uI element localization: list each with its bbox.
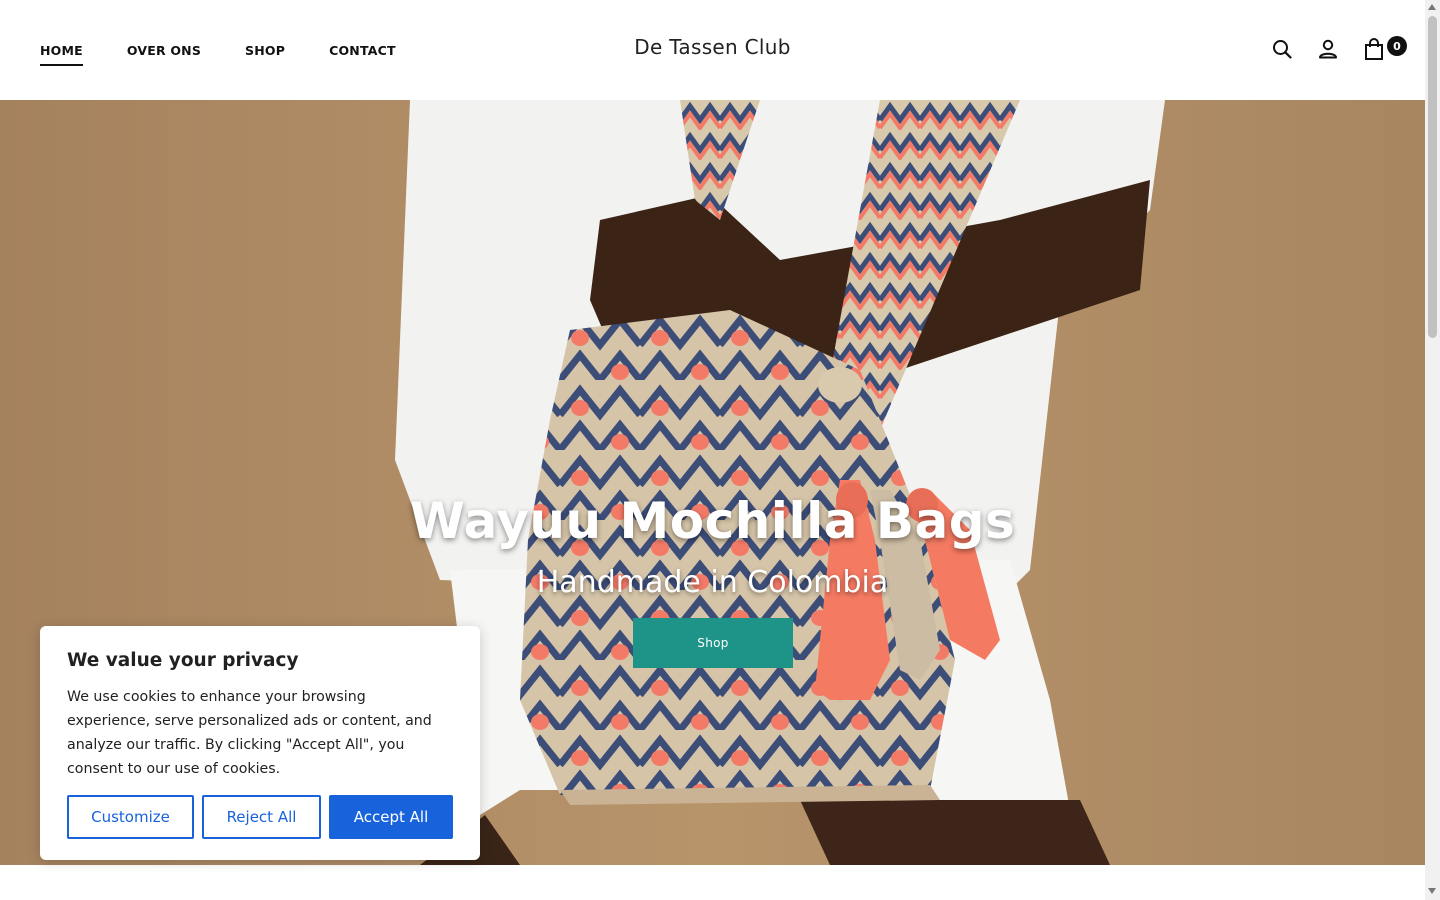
cart-count-badge: 0 — [1387, 36, 1407, 56]
cookie-description: We use cookies to enhance your browsing … — [67, 689, 432, 777]
nav-home[interactable]: HOME — [40, 35, 83, 66]
account-icon[interactable] — [1317, 38, 1339, 60]
hero-subtitle: Handmade in Colombia — [536, 565, 889, 600]
nav-contact[interactable]: CONTACT — [329, 35, 396, 66]
scroll-thumb[interactable] — [1428, 16, 1437, 338]
reject-all-button[interactable]: Reject All — [202, 795, 321, 839]
cart-icon[interactable]: 0 — [1363, 36, 1407, 60]
nav-over-ons[interactable]: OVER ONS — [127, 35, 201, 66]
search-icon[interactable] — [1271, 38, 1293, 60]
header-icons: 0 — [1271, 36, 1407, 60]
hero-shop-button[interactable]: Shop — [633, 618, 793, 668]
cookie-title: We value your privacy — [67, 650, 299, 671]
hero-title: Wayuu Mochilla Bags — [409, 492, 1016, 550]
site-header: HOME OVER ONS SHOP CONTACT De Tassen Clu… — [0, 0, 1425, 100]
scroll-down-arrow-icon[interactable] — [1428, 888, 1436, 894]
cookie-consent-banner: We value your privacy We use cookies to … — [40, 626, 480, 860]
nav-shop[interactable]: SHOP — [245, 35, 285, 66]
scroll-up-arrow-icon[interactable] — [1428, 4, 1436, 10]
accept-all-button[interactable]: Accept All — [329, 795, 453, 839]
page-scrollbar[interactable] — [1425, 0, 1440, 900]
customize-button[interactable]: Customize — [67, 795, 194, 839]
site-logo[interactable]: De Tassen Club — [634, 35, 791, 59]
cookie-buttons: Customize Reject All Accept All — [67, 795, 453, 839]
main-nav: HOME OVER ONS SHOP CONTACT — [40, 0, 396, 100]
